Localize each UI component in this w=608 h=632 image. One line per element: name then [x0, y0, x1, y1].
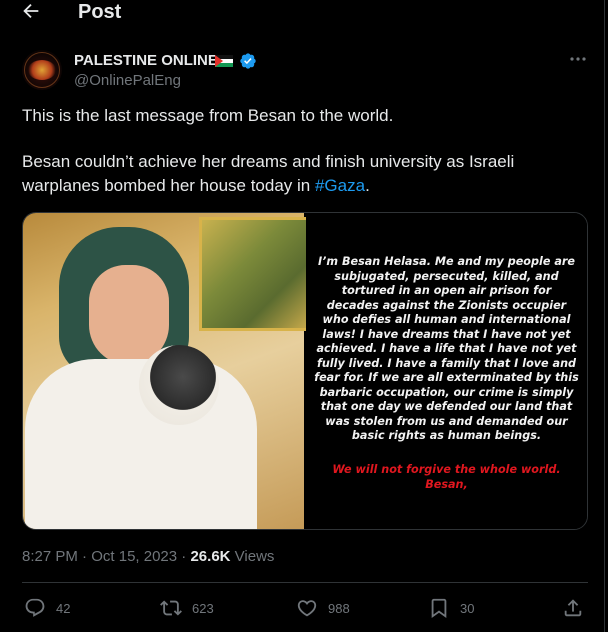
tweet-line-2-end: . [365, 176, 370, 195]
author-handle[interactable]: @OnlinePalEng [74, 72, 181, 90]
repost-count: 623 [192, 600, 214, 616]
cat [139, 345, 219, 425]
painting-in-background [199, 217, 310, 331]
post-time[interactable]: 8:27 PM [22, 548, 78, 565]
share-button[interactable] [562, 596, 584, 620]
divider [22, 582, 588, 583]
repost-button[interactable]: 623 [160, 596, 214, 620]
photo-besan-with-cat[interactable] [23, 213, 310, 529]
hashtag-link[interactable]: #Gaza [315, 176, 365, 195]
tweet-line-1: This is the last message from Besan to t… [22, 106, 394, 125]
quote-closing-line: We will not forgive the whole world. [332, 463, 561, 476]
page-title: Post [78, 1, 122, 23]
heart-icon [297, 600, 317, 617]
avatar[interactable] [22, 50, 62, 90]
post-date[interactable]: Oct 15, 2023 [91, 548, 177, 565]
views-label: Views [234, 548, 275, 565]
avatar-ring [24, 52, 60, 88]
palestine-flag-icon [215, 55, 233, 67]
tweet-text: This is the last message from Besan to t… [22, 104, 582, 198]
tweet-line-2: Besan couldn’t achieve her dreams and fi… [22, 150, 582, 198]
quote-panel: I’m Besan Helasa. Me and my people are s… [306, 213, 587, 529]
meta-separator: · [82, 548, 88, 565]
media-attachment[interactable]: I’m Besan Helasa. Me and my people are s… [22, 212, 588, 530]
quote-signature: Besan, [425, 477, 468, 491]
quote-text: I’m Besan Helasa. Me and my people are s… [314, 255, 579, 442]
more-options-icon[interactable] [568, 54, 588, 64]
views-count: 26.6K [190, 548, 231, 565]
like-button[interactable]: 988 [296, 596, 350, 620]
reply-icon [25, 598, 45, 617]
quote-closing: We will not forgive the whole world. Bes… [314, 463, 579, 492]
verified-badge-icon[interactable] [239, 52, 257, 70]
reply-button[interactable]: 42 [24, 596, 70, 620]
author-name[interactable]: PALESTINE ONLINE [74, 52, 218, 70]
back-button[interactable] [20, 0, 44, 24]
share-icon [564, 599, 582, 617]
bookmark-count: 30 [460, 600, 475, 616]
repost-icon [160, 600, 182, 616]
like-count: 988 [328, 600, 350, 616]
meta-separator: · [181, 548, 187, 565]
tweet-line-2-text: Besan couldn’t achieve her dreams and fi… [22, 152, 515, 195]
action-bar: 42 623 988 30 [0, 596, 604, 620]
reply-count: 42 [56, 600, 71, 616]
bookmark-button[interactable]: 30 [428, 596, 474, 620]
post-meta: 8:27 PM · Oct 15, 2023 · 26.6K Views [22, 548, 274, 566]
top-bar: Post [0, 0, 606, 26]
arrow-left-icon [23, 3, 39, 19]
bookmark-icon [431, 598, 447, 619]
column-border [604, 0, 605, 632]
